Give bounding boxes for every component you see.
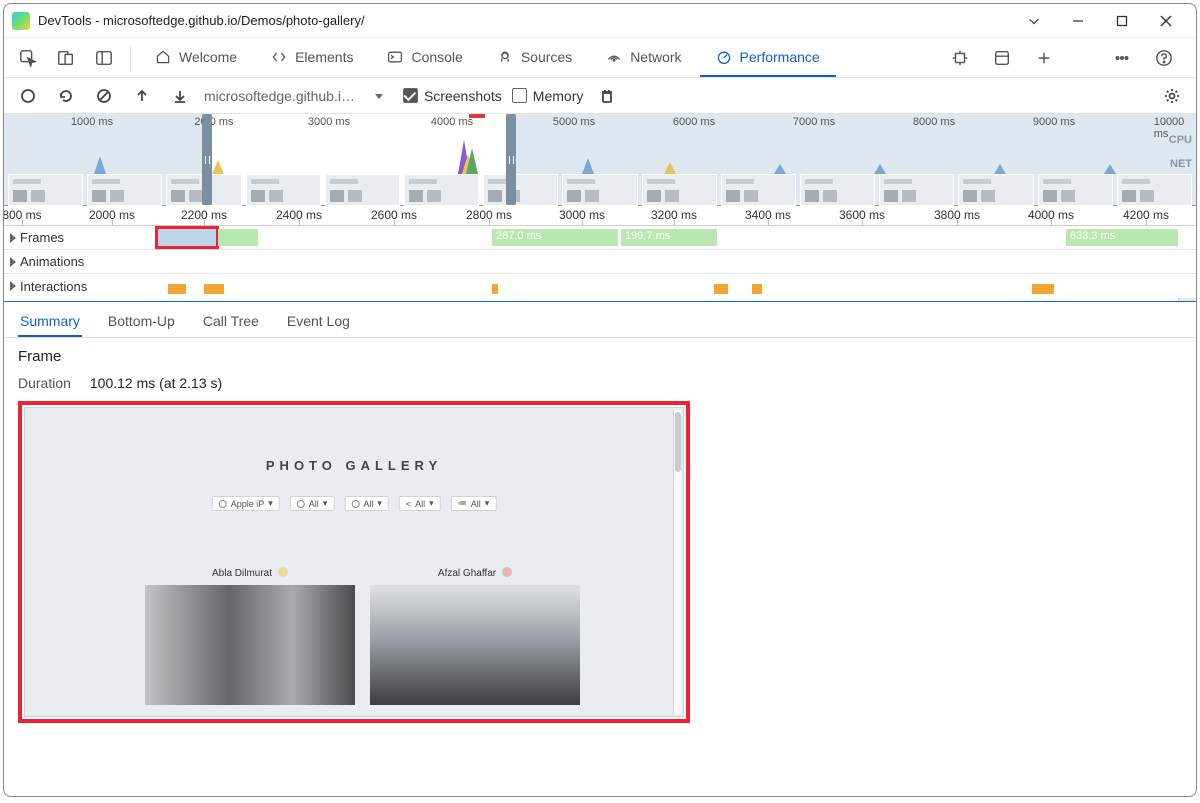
panel-tabs: Welcome Elements Console Sources Network… <box>4 38 1196 78</box>
summary-heading: Frame <box>18 348 1182 365</box>
duration-value: 100.12 ms (at 2.13 s) <box>90 375 222 391</box>
frame-screenshot: PHOTO GALLERY Apple iP▾ All▾ All▾ <All▾ … <box>24 407 684 717</box>
screenshot-scrollbar <box>673 410 681 714</box>
panel-layout-icon[interactable] <box>984 40 1020 76</box>
frame-screenshot-highlight: PHOTO GALLERY Apple iP▾ All▾ All▾ <All▾ … <box>18 401 690 723</box>
summary-pane: Frame Duration 100.12 ms (at 2.13 s) PHO… <box>4 338 1196 796</box>
delete-button[interactable] <box>593 82 621 110</box>
timeline-overview[interactable]: 1000 ms 20 0 ms 3000 ms 4000 ms 5000 ms … <box>4 114 1196 206</box>
titlebar: DevTools - microsoftedge.github.io/Demos… <box>4 4 1196 38</box>
tab-performance[interactable]: Performance <box>700 39 836 77</box>
interaction-bar[interactable] <box>752 284 762 294</box>
tab-call-tree[interactable]: Call Tree <box>201 305 261 337</box>
tab-network[interactable]: Network <box>590 39 697 77</box>
help-icon[interactable] <box>1146 40 1182 76</box>
checkbox-icon <box>512 88 527 103</box>
flamechart-tracks[interactable]: ▴▾ Frames 267.0 ms 199.7 ms 633.3 ms Ani… <box>4 226 1196 302</box>
duration-label: Duration <box>18 375 86 391</box>
interaction-bar[interactable] <box>492 284 498 294</box>
tab-summary[interactable]: Summary <box>18 305 82 337</box>
more-icon[interactable] <box>1104 40 1140 76</box>
upload-button[interactable] <box>128 82 156 110</box>
tab-sources-label: Sources <box>521 49 572 65</box>
dock-side-icon[interactable] <box>86 40 122 76</box>
device-toggle-icon[interactable] <box>48 40 84 76</box>
overview-screenshots <box>4 174 1196 206</box>
selected-frame[interactable] <box>158 229 216 246</box>
reload-record-button[interactable] <box>52 82 80 110</box>
tab-elements[interactable]: Elements <box>255 39 369 77</box>
checkbox-checked-icon <box>403 88 418 103</box>
url-dropdown-icon[interactable] <box>365 82 393 110</box>
overview-ticks: 1000 ms 20 0 ms 3000 ms 4000 ms 5000 ms … <box>4 114 1196 132</box>
recording-url[interactable]: microsoftedge.github.i… <box>204 88 355 104</box>
screenshot-title: PHOTO GALLERY <box>266 458 442 473</box>
record-button[interactable] <box>14 82 42 110</box>
cpu-throttle-icon[interactable] <box>942 40 978 76</box>
track-animations-header[interactable]: Animations <box>4 250 1196 274</box>
overview-handle-left[interactable] <box>202 114 212 205</box>
screenshot-card-1: Abla Dilmurat <box>145 566 355 705</box>
expand-icon <box>10 257 16 267</box>
tab-elements-label: Elements <box>295 49 353 65</box>
close-button[interactable] <box>1144 6 1188 36</box>
settings-gear-icon[interactable] <box>1158 82 1186 110</box>
add-tab-icon[interactable] <box>1026 40 1062 76</box>
app-icon <box>12 12 30 30</box>
interaction-bar[interactable] <box>168 284 186 294</box>
overview-handle-right[interactable] <box>506 114 516 205</box>
frame-bar[interactable]: 633.3 ms <box>1066 229 1178 246</box>
cpu-label: CPU <box>1169 134 1192 146</box>
frame-bar[interactable]: 199.7 ms <box>621 229 717 246</box>
screenshot-filters: Apple iP▾ All▾ All▾ <All▾ ≔All▾ <box>212 496 497 511</box>
devtools-window: DevTools - microsoftedge.github.io/Demos… <box>3 3 1197 797</box>
performance-toolbar: microsoftedge.github.i… Screenshots Memo… <box>4 78 1196 114</box>
net-label: NET <box>1170 158 1192 170</box>
tab-performance-label: Performance <box>740 49 820 65</box>
tab-welcome-label: Welcome <box>179 49 237 65</box>
interaction-bar[interactable] <box>714 284 728 294</box>
interaction-bar[interactable] <box>1032 284 1054 294</box>
minimize-button[interactable] <box>1056 6 1100 36</box>
inspect-icon[interactable] <box>10 40 46 76</box>
download-button[interactable] <box>166 82 194 110</box>
duration-row: Duration 100.12 ms (at 2.13 s) <box>18 375 1182 391</box>
screenshot-card-2: Afzal Ghaffar <box>370 566 580 705</box>
frame-bar[interactable]: 267.0 ms <box>492 229 618 246</box>
window-title: DevTools - microsoftedge.github.io/Demos… <box>38 13 365 28</box>
tab-sources[interactable]: Sources <box>481 39 588 77</box>
memory-checkbox[interactable]: Memory <box>512 88 584 104</box>
clear-button[interactable] <box>90 82 118 110</box>
tab-console[interactable]: Console <box>371 39 478 77</box>
flamechart-ruler[interactable]: 800 ms 2000 ms 2200 ms 2400 ms 2600 ms 2… <box>4 206 1196 226</box>
maximize-button[interactable] <box>1100 6 1144 36</box>
screenshots-checkbox[interactable]: Screenshots <box>403 88 502 104</box>
details-tabs: Summary Bottom-Up Call Tree Event Log <box>4 302 1196 338</box>
tab-welcome[interactable]: Welcome <box>139 39 253 77</box>
tab-bottom-up[interactable]: Bottom-Up <box>106 305 177 337</box>
tab-event-log[interactable]: Event Log <box>285 305 352 337</box>
tab-console-label: Console <box>411 49 462 65</box>
frame-bar[interactable] <box>218 229 258 246</box>
chevron-down-icon[interactable] <box>1012 6 1056 36</box>
overview-cpu: CPU NET <box>4 132 1196 174</box>
tab-network-label: Network <box>630 49 681 65</box>
interaction-bar[interactable] <box>204 284 224 294</box>
